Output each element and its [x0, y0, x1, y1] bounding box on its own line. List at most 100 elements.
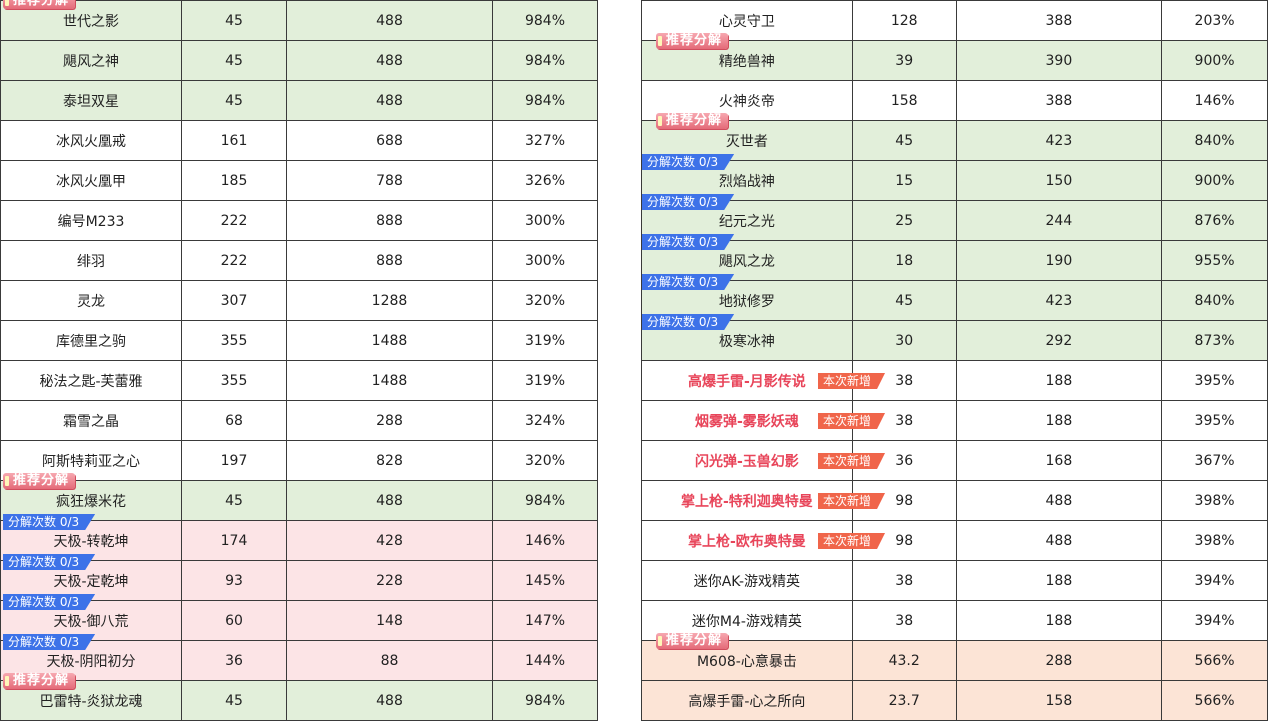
value-cell: 25	[851, 200, 957, 241]
table-row: 库德里之驹 355 1488 319%	[0, 320, 598, 361]
item-name-cell: 迷你AK-游戏精英	[641, 560, 853, 601]
ratio-cell: 955%	[1161, 240, 1268, 281]
item-name: 火神炎帝	[718, 93, 775, 110]
ratio-cell: 398%	[1161, 480, 1268, 521]
recommend-badge: 推荐分解	[3, 0, 76, 9]
price-cell: 428	[286, 520, 493, 561]
price-cell: 488	[286, 480, 493, 521]
table-row: 冰风火凰甲 185 788 326%	[0, 160, 598, 201]
price-cell: 188	[955, 560, 1163, 601]
ratio-cell: 395%	[1161, 360, 1268, 401]
table-row: 地狱修罗 分解次数 0/3 45 423 840%	[641, 280, 1268, 321]
item-name: 天极-转乾坤	[53, 533, 129, 550]
item-name-cell: 极寒冰神 分解次数 0/3	[641, 321, 853, 361]
ratio-cell: 327%	[492, 120, 598, 161]
right-item-table: 心灵守卫 128 388 203% 精绝兽神 推荐分解 39 390 900% 火神炎帝 158 38…	[641, 0, 1268, 721]
table-row: 迷你AK-游戏精英 38 188 394%	[641, 560, 1268, 601]
price-cell: 423	[955, 280, 1163, 321]
value-cell: 222	[181, 200, 287, 241]
ratio-cell: 319%	[492, 360, 598, 401]
ratio-cell: 320%	[492, 280, 598, 321]
value-cell: 45	[181, 40, 287, 81]
item-name: 天极-御八荒	[53, 613, 129, 630]
item-name-cell: 冰风火凰甲	[0, 160, 182, 201]
item-name: 高爆手雷-心之所向	[688, 693, 806, 710]
price-cell: 488	[286, 0, 493, 41]
table-row: 火神炎帝 158 388 146%	[641, 80, 1268, 121]
ratio-cell: 984%	[492, 480, 598, 521]
ratio-cell: 394%	[1161, 600, 1268, 641]
price-cell: 288	[955, 640, 1163, 681]
item-name: 阿斯特莉亚之心	[42, 453, 140, 470]
value-cell: 158	[851, 80, 957, 121]
table-row: 迷你M4-游戏精英 38 188 394%	[641, 600, 1268, 641]
table-row: 飓风之龙 分解次数 0/3 18 190 955%	[641, 240, 1268, 281]
item-name: 飓风之神	[63, 53, 119, 70]
table-row: 纪元之光 分解次数 0/3 25 244 876%	[641, 200, 1268, 241]
ratio-cell: 984%	[492, 40, 598, 81]
item-name-cell: 库德里之驹	[0, 320, 182, 361]
ratio-cell: 319%	[492, 320, 598, 361]
item-name: 飓风之龙	[718, 253, 775, 270]
value-cell: 36	[181, 640, 287, 681]
item-name: 灵龙	[77, 293, 105, 310]
item-name: 灭世者	[725, 133, 768, 150]
new-badge: 本次新增	[818, 413, 885, 429]
price-cell: 488	[286, 80, 493, 121]
value-cell: 30	[851, 320, 957, 361]
table-row: 烟雾弹-雾影妖魂 本次新增 38 188 395%	[641, 400, 1268, 441]
recommend-badge: 推荐分解	[656, 33, 729, 49]
price-cell: 188	[955, 360, 1163, 401]
table-row: 阿斯特莉亚之心 197 828 320%	[0, 440, 598, 481]
item-name: 绯羽	[77, 253, 105, 270]
price-cell: 228	[286, 560, 493, 601]
table-row: 冰风火凰戒 161 688 327%	[0, 120, 598, 161]
item-name-cell: 精绝兽神 推荐分解	[641, 33, 853, 81]
price-cell: 488	[286, 40, 493, 81]
item-name-cell: 霜雪之晶	[0, 400, 182, 441]
price-cell: 188	[955, 600, 1163, 641]
price-cell: 168	[955, 440, 1163, 481]
recommend-badge: 推荐分解	[656, 633, 729, 649]
price-cell: 190	[955, 240, 1163, 281]
value-cell: 23.7	[851, 680, 957, 721]
item-name: 精绝兽神	[718, 53, 775, 70]
price-cell: 244	[955, 200, 1163, 241]
item-name: 世代之影	[63, 13, 119, 30]
value-cell: 355	[181, 360, 287, 401]
item-name: 迷你AK-游戏精英	[693, 573, 801, 590]
ratio-cell: 203%	[1161, 0, 1268, 41]
ratio-cell: 873%	[1161, 320, 1268, 361]
decompose-badge: 分解次数 0/3	[642, 274, 734, 290]
item-name: 库德里之驹	[56, 333, 126, 350]
value-cell: 18	[851, 240, 957, 281]
value-cell: 161	[181, 120, 287, 161]
recommend-badge: 推荐分解	[656, 113, 729, 129]
table-row: 精绝兽神 推荐分解 39 390 900%	[641, 33, 1268, 81]
value-cell: 45	[181, 480, 287, 521]
decompose-badge: 分解次数 0/3	[642, 314, 734, 330]
price-cell: 488	[955, 520, 1163, 561]
item-name: 烈焰战神	[718, 173, 775, 190]
price-cell: 488	[286, 680, 493, 721]
ratio-cell: 984%	[492, 680, 598, 721]
item-name: 疯狂爆米花	[56, 493, 126, 510]
value-cell: 185	[181, 160, 287, 201]
table-row: 世代之影 推荐分解 45 488 984%	[0, 0, 598, 41]
recommend-badge: 推荐分解	[3, 473, 76, 489]
item-name-cell: 巴雷特-炎狱龙魂 推荐分解	[0, 673, 182, 721]
item-name: 闪光弹-玉兽幻影	[694, 453, 799, 470]
price-cell: 388	[955, 0, 1163, 41]
item-name: 掌上枪-特利迦奥特曼	[680, 493, 813, 510]
item-name-cell: 灵龙	[0, 280, 182, 321]
recommend-badge: 推荐分解	[3, 673, 76, 689]
table-row: 编号M233 222 888 300%	[0, 200, 598, 241]
price-cell: 148	[286, 600, 493, 641]
item-name: 霜雪之晶	[63, 413, 119, 430]
item-name: 天极-定乾坤	[53, 573, 129, 590]
item-name: 高爆手雷-月影传说	[687, 373, 806, 390]
item-name: 泰坦双星	[63, 93, 119, 110]
price-cell: 423	[955, 120, 1163, 161]
decompose-badge: 分解次数 0/3	[3, 594, 95, 610]
ratio-cell: 300%	[492, 200, 598, 241]
